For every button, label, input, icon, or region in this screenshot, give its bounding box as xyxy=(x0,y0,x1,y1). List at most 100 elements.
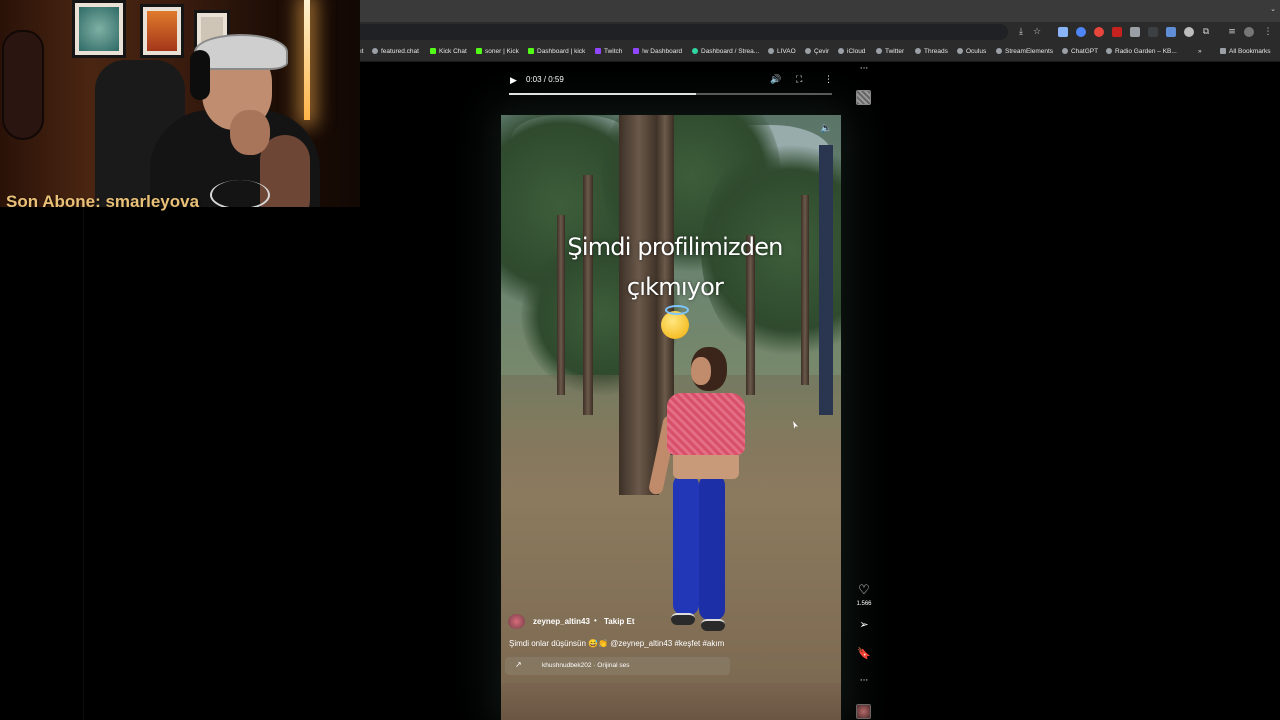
twitch-icon xyxy=(595,48,601,54)
all-bookmarks-button[interactable]: All Bookmarks xyxy=(1220,48,1271,56)
bookmark-item[interactable]: iCloud xyxy=(838,48,865,56)
globe-icon xyxy=(1062,48,1068,54)
trend-arrow-icon: ↗ xyxy=(515,660,522,669)
follow-button[interactable]: Takip Et xyxy=(604,617,635,626)
browser-menu-icon[interactable]: ⋮ xyxy=(1262,26,1274,38)
necklace xyxy=(210,180,270,207)
bookmark-item[interactable]: !w Dashboard xyxy=(633,48,682,56)
more-icon[interactable]: ··· xyxy=(856,676,872,686)
kick-icon xyxy=(476,48,482,54)
extension-icon[interactable] xyxy=(1130,27,1140,37)
extension-icon[interactable] xyxy=(1148,27,1158,37)
woman-jeans xyxy=(669,475,731,625)
next-reel-thumbnail[interactable] xyxy=(856,704,871,719)
address-bar[interactable] xyxy=(360,24,1008,40)
extension-icon[interactable] xyxy=(1166,27,1176,37)
guitar xyxy=(2,30,44,140)
bookmark-item[interactable]: Dashboard | kick xyxy=(528,48,585,56)
woman-top xyxy=(667,393,745,455)
globe-icon xyxy=(957,48,963,54)
bookmarks-bar: ıt featured.chat Kick Chat soner | Kick … xyxy=(360,42,1280,62)
share-icon[interactable]: ➢ xyxy=(856,618,872,631)
streamer xyxy=(150,34,320,207)
bookmark-item[interactable]: Dashboard / Strea... xyxy=(692,48,759,56)
kick-icon xyxy=(430,48,436,54)
separator: • xyxy=(594,616,597,625)
smiling-face-with-halo-icon xyxy=(661,305,689,339)
fullscreen-icon[interactable]: ⛶ xyxy=(796,74,802,86)
bookmark-item[interactable]: Twitch xyxy=(595,48,622,56)
audio-attribution[interactable]: ↗ khushnudbek202 · Orijinal ses xyxy=(505,657,730,675)
more-icon[interactable]: ··· xyxy=(856,64,872,74)
bookmark-item[interactable]: StreamElements xyxy=(996,48,1053,56)
webcam-overlay xyxy=(0,0,360,207)
last-subscriber-label: Son Abone: smarleyova xyxy=(6,192,200,211)
shoe xyxy=(671,613,695,625)
video-controls: ▶ 0:03 / 0:59 🔊 ⛶ ⋮ xyxy=(500,62,840,102)
globe-icon xyxy=(915,48,921,54)
globe-icon xyxy=(996,48,1002,54)
video-progress-bar[interactable] xyxy=(509,93,832,95)
more-options-icon[interactable]: ⋮ xyxy=(824,74,833,86)
globe-icon xyxy=(876,48,882,54)
bookmark-item[interactable]: ıt xyxy=(360,48,364,56)
avatar[interactable] xyxy=(508,614,525,629)
video-time: 0:03 / 0:59 xyxy=(526,75,564,84)
extensions-puzzle-icon[interactable]: ⧉ xyxy=(1200,26,1212,38)
twitch-icon xyxy=(633,48,639,54)
username-link[interactable]: zeynep_altin43 xyxy=(533,617,590,626)
caption-line: Şimdi profilimizden xyxy=(567,233,783,261)
bookmark-item[interactable]: Kick Chat xyxy=(430,48,467,56)
wall-picture xyxy=(72,0,126,58)
previous-reel-thumbnail[interactable] xyxy=(856,90,871,105)
folder-icon xyxy=(1220,48,1226,54)
headphones xyxy=(190,50,210,100)
extension-icon[interactable] xyxy=(1076,27,1086,37)
video-progress-fill xyxy=(509,93,697,95)
bookmark-item[interactable]: Threads xyxy=(915,48,948,56)
reel-description: Şimdi onlar düşünsün 😅👏 @zeynep_altin43 … xyxy=(509,639,725,648)
caption-line: çıkmıyor xyxy=(505,267,845,347)
more-bookmarks-button[interactable]: » xyxy=(1198,48,1202,56)
chevron-down-icon[interactable]: ⌄ xyxy=(1270,5,1276,13)
bookmark-item[interactable]: LIVAO xyxy=(768,48,796,56)
divider xyxy=(83,207,84,720)
profile-avatar[interactable] xyxy=(1244,27,1254,37)
browser-tab-strip xyxy=(360,0,1280,22)
audio-toggle-icon[interactable]: 🔈 xyxy=(820,123,832,134)
globe-icon xyxy=(838,48,844,54)
browser-toolbar: ⤓ ☆ ⧉ ≡ ⋮ ⌄ xyxy=(360,5,1280,42)
woman-face xyxy=(691,357,711,385)
bookmark-item[interactable]: soner | Kick xyxy=(476,48,519,56)
bookmark-item[interactable]: featured.chat xyxy=(372,48,419,56)
volume-icon[interactable]: 🔊 xyxy=(770,74,781,86)
extension-icon[interactable] xyxy=(1094,27,1104,37)
streamlabs-icon xyxy=(692,48,698,54)
bookmark-item[interactable]: Twitter xyxy=(876,48,904,56)
like-count: 1.566 xyxy=(856,601,872,607)
install-icon[interactable]: ⤓ xyxy=(1015,26,1027,38)
streamer-hand xyxy=(230,110,270,155)
next-reel-preview[interactable] xyxy=(501,683,841,720)
globe-icon xyxy=(805,48,811,54)
extension-icon[interactable] xyxy=(1184,27,1194,37)
reel-video[interactable] xyxy=(501,115,841,683)
bookmark-item[interactable]: Çevir xyxy=(805,48,829,56)
shoe xyxy=(701,619,725,631)
bookmark-star-icon[interactable]: ☆ xyxy=(1031,26,1043,38)
heart-icon[interactable]: ♡ xyxy=(856,583,872,598)
bookmark-icon[interactable]: 🔖 xyxy=(856,647,872,660)
tab-search-icon[interactable]: ≡ xyxy=(1226,26,1238,38)
bookmark-favicon xyxy=(372,48,378,54)
bookmark-item[interactable]: ChatGPT xyxy=(1062,48,1098,56)
bookmark-item[interactable]: Oculus xyxy=(957,48,986,56)
bookmark-item[interactable]: Radio Garden – KB... xyxy=(1106,48,1177,56)
kick-icon xyxy=(528,48,534,54)
extension-icon[interactable] xyxy=(1112,27,1122,37)
extension-icon[interactable] xyxy=(1058,27,1068,37)
reel-caption-overlay: Şimdi profilimizden çıkmıyor xyxy=(505,227,845,347)
audio-label: khushnudbek202 · Orijinal ses xyxy=(542,662,630,669)
play-icon[interactable]: ▶ xyxy=(510,75,517,87)
globe-icon xyxy=(768,48,774,54)
woman-waist xyxy=(673,451,739,479)
